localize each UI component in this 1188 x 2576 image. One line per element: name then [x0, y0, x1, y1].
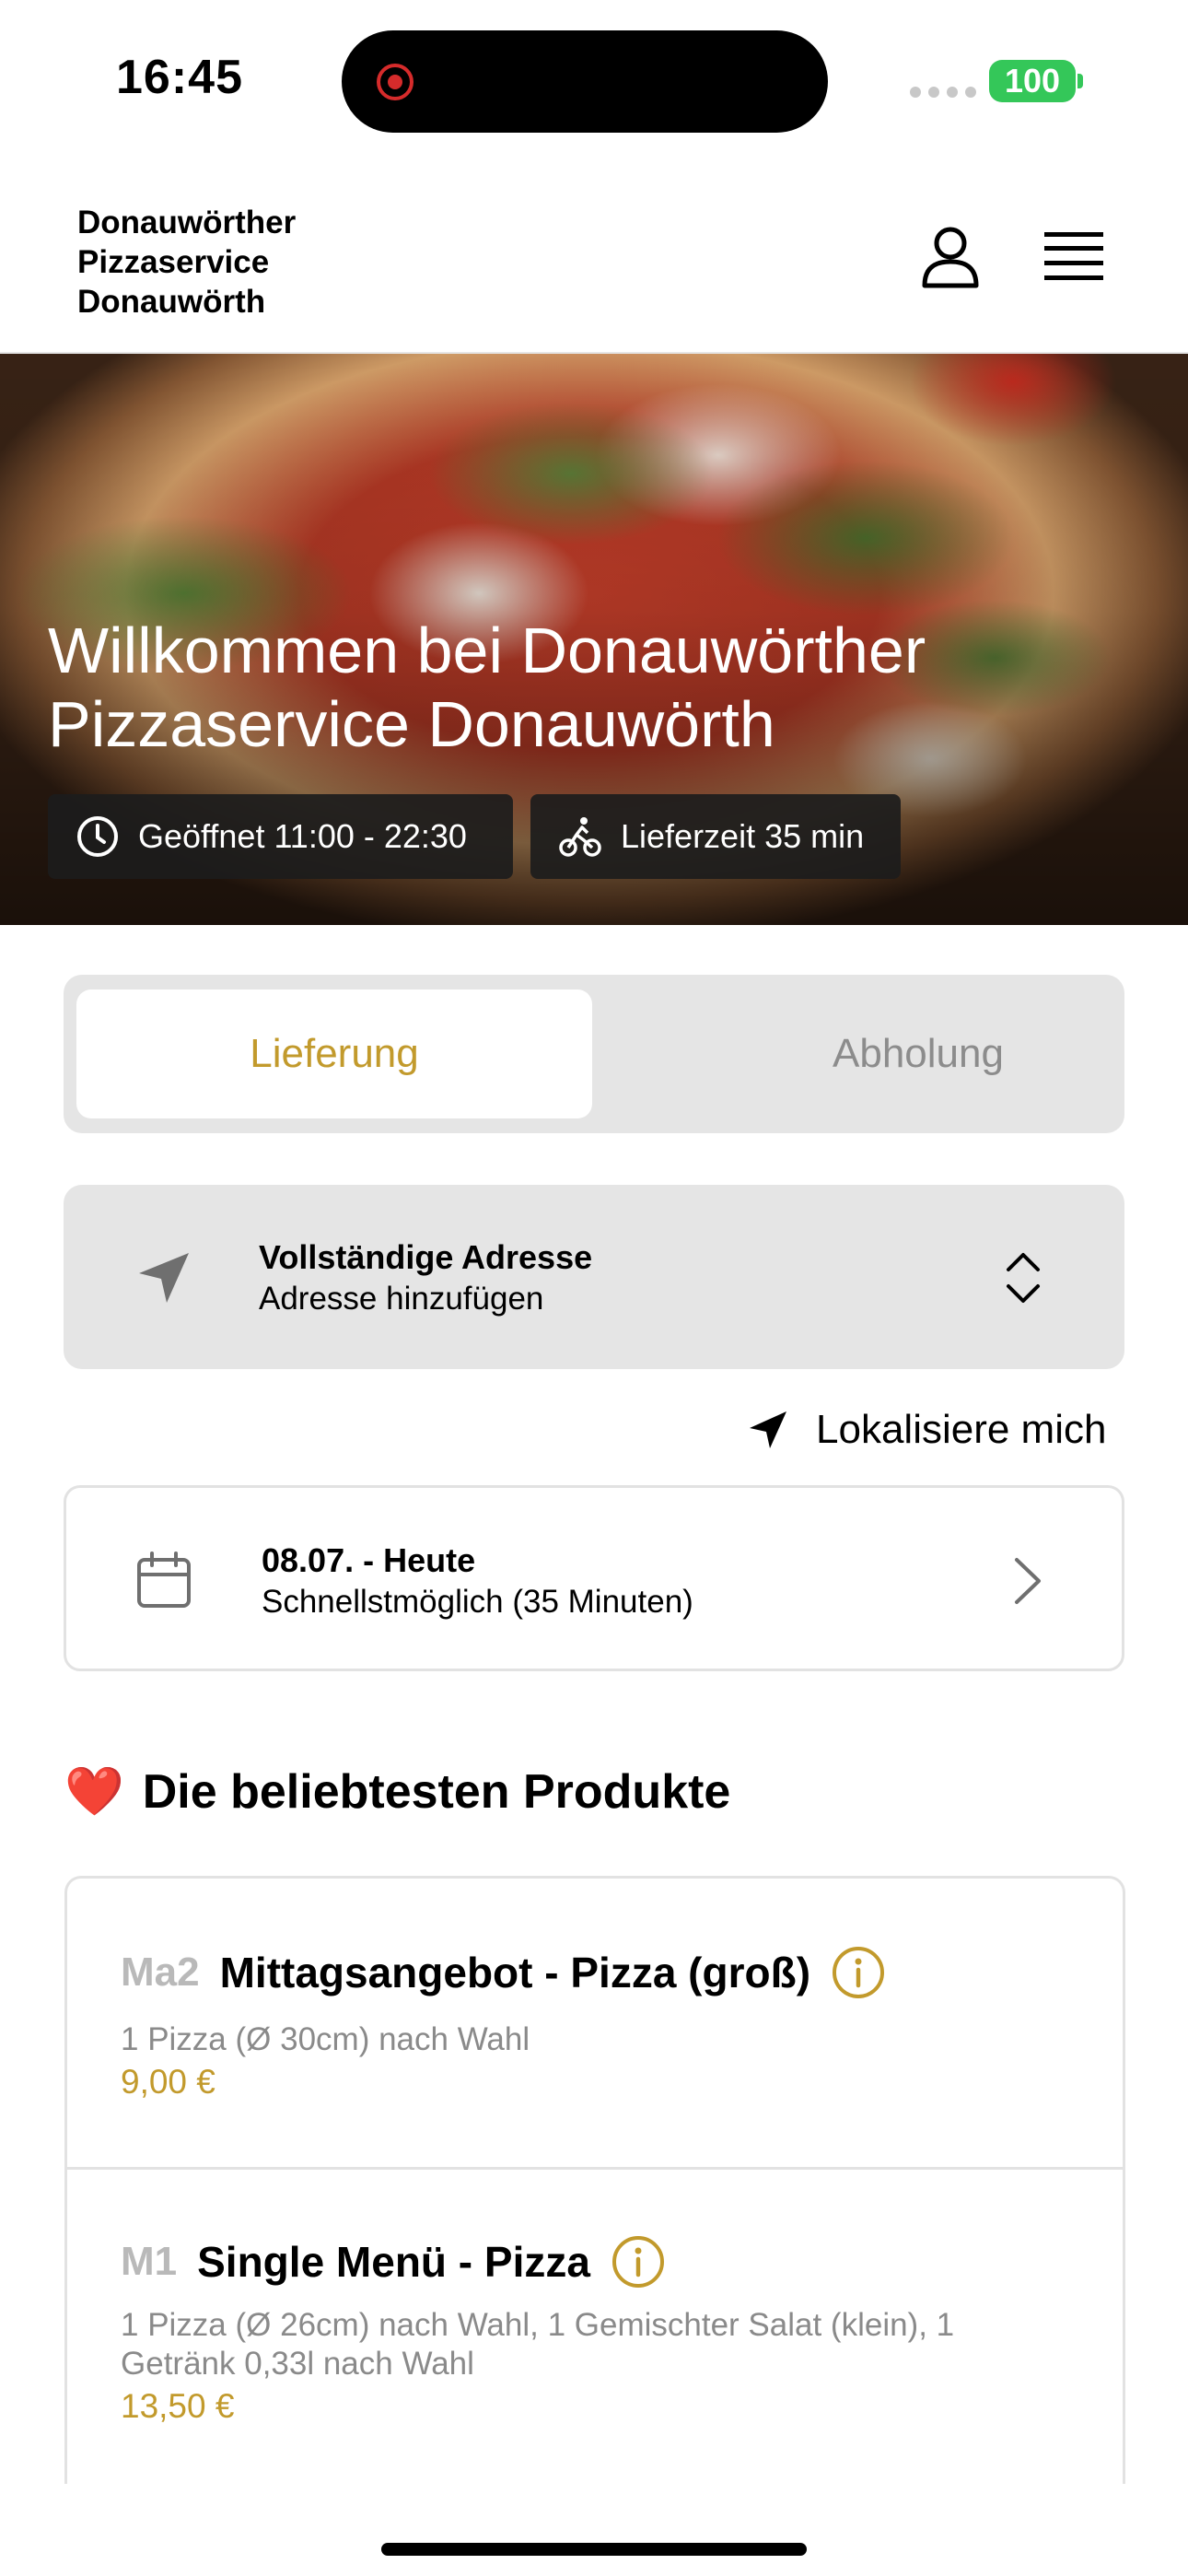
menu-icon	[1044, 232, 1103, 280]
app-header: Donauwörther Pizzaservice Donauwörth	[0, 157, 1188, 354]
info-icon[interactable]	[831, 1945, 886, 2000]
recording-indicator-icon	[377, 64, 413, 100]
status-bar: 16:45 100	[0, 0, 1188, 157]
popular-products-heading: ❤️ Die beliebtesten Produkte	[64, 1763, 730, 1820]
hero-title: Willkommen bei Donauwörther Pizzaservice…	[48, 615, 926, 760]
locate-me-button[interactable]: Lokalisiere mich	[748, 1397, 1125, 1463]
delivery-time-text: Lieferzeit 35 min	[621, 817, 865, 855]
product-description: 1 Pizza (Ø 26cm) nach Wahl, 1 Gemischter…	[121, 2307, 955, 2382]
product-header: Ma2 Mittagsangebot - Pizza (groß)	[121, 1945, 886, 2000]
schedule-date: 08.07. - Heute	[262, 1541, 476, 1579]
product-price: 9,00 €	[121, 2063, 215, 2101]
product-item[interactable]: M1 Single Menü - Pizza 1 Pizza (Ø 26cm) …	[67, 2170, 1123, 2484]
popular-products-title: Die beliebtesten Produkte	[142, 1764, 731, 1819]
delivery-time-badge: Lieferzeit 35 min	[530, 794, 901, 879]
product-code: M1	[121, 2239, 178, 2284]
hero-banner: Willkommen bei Donauwörther Pizzaservice…	[0, 354, 1188, 925]
user-icon	[922, 227, 979, 288]
product-description: 1 Pizza (Ø 30cm) nach Wahl	[121, 2021, 530, 2057]
calendar-icon	[137, 1551, 191, 1608]
order-mode-toggle: Lieferung Abholung	[64, 975, 1124, 1133]
locate-me-label: Lokalisiere mich	[816, 1407, 1107, 1452]
brand-name[interactable]: Donauwörther Pizzaservice Donauwörth	[77, 203, 296, 322]
bicycle-icon	[559, 817, 601, 857]
product-item[interactable]: Ma2 Mittagsangebot - Pizza (groß) 1 Pizz…	[67, 1879, 1123, 2170]
product-name: Mittagsangebot - Pizza (groß)	[219, 1949, 811, 1996]
tab-delivery[interactable]: Lieferung	[76, 989, 592, 1118]
product-header: M1 Single Menü - Pizza	[121, 2234, 666, 2289]
heart-icon: ❤️	[64, 1765, 124, 1819]
dynamic-island	[342, 30, 828, 133]
address-title: Vollständige Adresse	[259, 1238, 593, 1276]
location-arrow-icon	[139, 1253, 189, 1303]
address-subtitle: Adresse hinzufügen	[259, 1281, 544, 1317]
tab-pickup[interactable]: Abholung	[660, 989, 1176, 1118]
chevron-up-down-icon	[1007, 1253, 1040, 1303]
product-name: Single Menü - Pizza	[197, 2238, 590, 2286]
product-price: 13,50 €	[121, 2387, 235, 2425]
location-arrow-icon	[750, 1411, 786, 1448]
schedule-time: Schnellstmöglich (35 Minuten)	[262, 1584, 693, 1620]
battery-indicator: 100	[989, 60, 1076, 102]
battery-tip	[1077, 74, 1083, 88]
info-icon[interactable]	[611, 2234, 666, 2289]
address-selector[interactable]: Vollständige Adresse Adresse hinzufügen	[64, 1185, 1124, 1369]
account-button[interactable]	[917, 223, 984, 289]
delivery-time-selector[interactable]: 08.07. - Heute Schnellstmöglich (35 Minu…	[64, 1485, 1124, 1671]
clock-icon	[77, 816, 118, 857]
product-list: Ma2 Mittagsangebot - Pizza (groß) 1 Pizz…	[64, 1876, 1125, 2484]
home-indicator[interactable]	[381, 2543, 807, 2556]
opening-hours-badge: Geöffnet 11:00 - 22:30	[48, 794, 513, 879]
signal-icon	[910, 87, 976, 98]
opening-hours-text: Geöffnet 11:00 - 22:30	[138, 817, 467, 855]
chevron-right-icon	[1015, 1558, 1041, 1604]
menu-button[interactable]	[1042, 230, 1105, 282]
status-time: 16:45	[116, 51, 243, 104]
product-code: Ma2	[121, 1950, 200, 1995]
